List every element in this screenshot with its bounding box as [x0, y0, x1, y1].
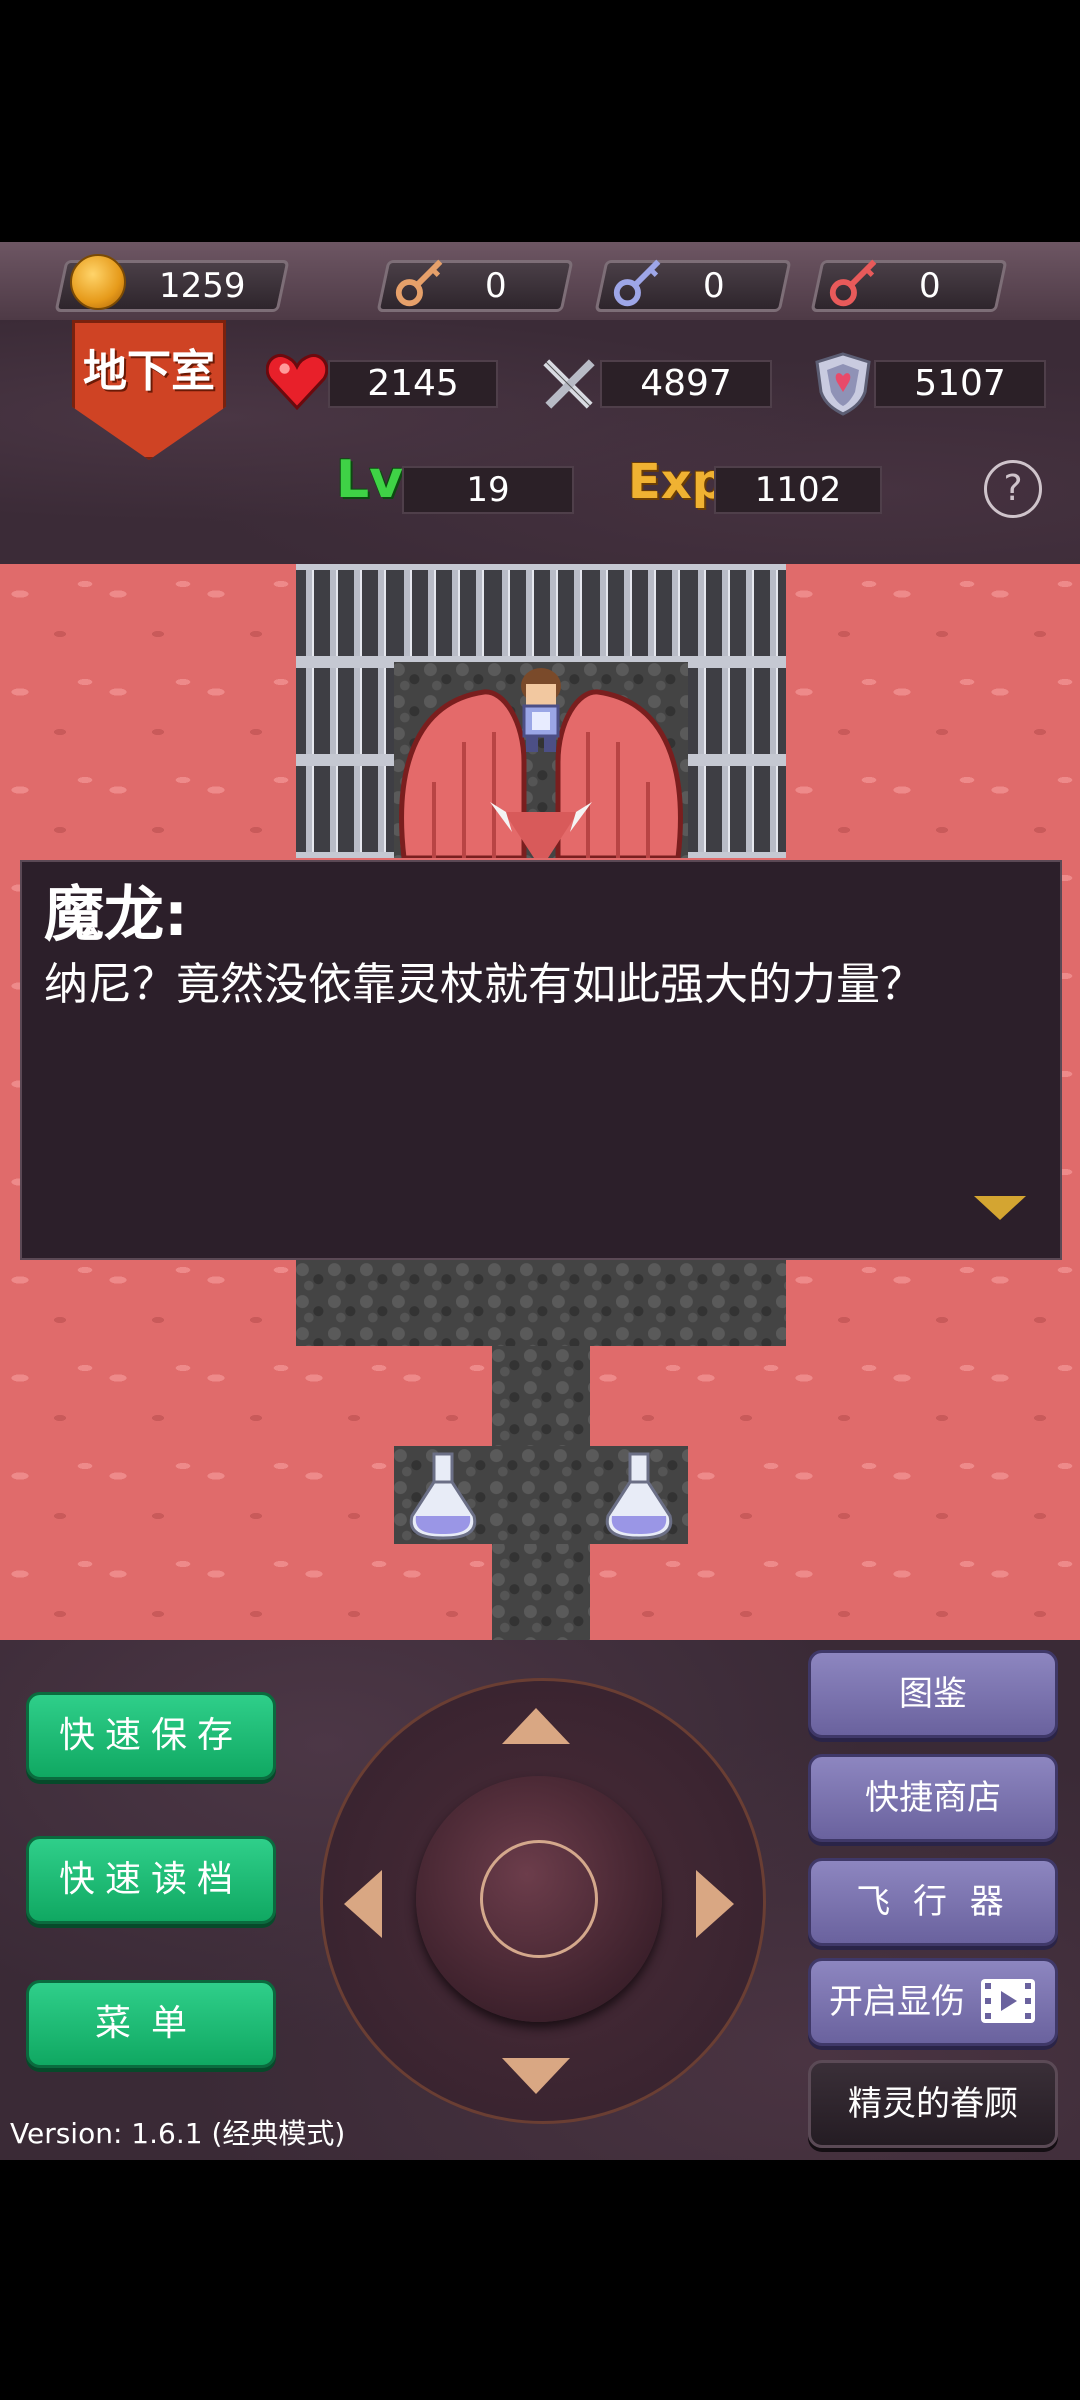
arrow-left-icon[interactable]	[344, 1870, 382, 1938]
iron-bars	[688, 564, 786, 662]
blue-key-value: 0	[703, 266, 725, 306]
arrow-down-icon[interactable]	[502, 2058, 570, 2094]
level-box: 19	[402, 466, 574, 514]
level-label: Lv	[336, 450, 404, 510]
hero-sprite	[521, 668, 561, 752]
iron-bars	[394, 564, 492, 662]
yellow-key-value: 0	[485, 266, 507, 306]
iron-bars	[688, 760, 786, 858]
level-value: 19	[466, 470, 510, 510]
attack-box: 4897	[600, 360, 772, 408]
quick-shop-button[interactable]: 快捷商店	[808, 1754, 1058, 1842]
continue-arrow-icon[interactable]	[974, 1196, 1026, 1220]
defense-value: 5107	[914, 363, 1006, 404]
version-text: Version: 1.6.1 (经典模式)	[10, 2117, 346, 2150]
video-ad-icon	[981, 1979, 1035, 2023]
resource-bar: 1259 0 0 0	[0, 242, 1080, 322]
blue-key-icon	[613, 259, 661, 307]
dpad-center-button[interactable]	[480, 1840, 598, 1958]
iron-bars	[296, 760, 394, 858]
stone-floor	[296, 1260, 786, 1346]
red-key-value: 0	[919, 266, 941, 306]
exp-value: 1102	[754, 470, 842, 510]
red-key-icon	[829, 259, 877, 307]
exp-box: 1102	[714, 466, 882, 514]
defense-box: 5107	[874, 360, 1046, 408]
quick-load-button[interactable]: 快速读档	[26, 1836, 276, 1924]
hp-value: 2145	[367, 363, 459, 404]
arrow-right-icon[interactable]	[696, 1870, 734, 1938]
blue-potion-icon[interactable]	[590, 1446, 688, 1544]
attack-value: 4897	[640, 363, 732, 404]
gold-value: 1259	[159, 266, 246, 306]
menu-button[interactable]: 菜单	[26, 1980, 276, 2068]
arrow-up-icon[interactable]	[502, 1708, 570, 1744]
shield-icon	[815, 352, 871, 416]
show-damage-label: 开启显伤	[829, 1982, 965, 2022]
exp-label: Exp	[628, 454, 727, 510]
hp-box: 2145	[328, 360, 498, 408]
crossed-swords-icon	[543, 359, 595, 409]
show-damage-button[interactable]: 开启显伤	[808, 1958, 1058, 2046]
gold-coin-icon	[70, 254, 126, 310]
iron-bars	[296, 564, 394, 662]
iron-bars	[296, 662, 394, 760]
fly-button[interactable]: 飞 行 器	[808, 1858, 1058, 1946]
dialog-speaker: 魔龙:	[44, 880, 188, 950]
help-button[interactable]: ?	[984, 460, 1042, 518]
iron-bars	[688, 662, 786, 760]
iron-bars	[590, 564, 688, 662]
heart-icon	[266, 353, 328, 410]
quick-save-button[interactable]: 快速保存	[26, 1692, 276, 1780]
yellow-key-icon	[395, 259, 443, 307]
dialog-message: 纳尼？竟然没依靠灵杖就有如此强大的力量？	[44, 959, 924, 1010]
spirit-favor-button[interactable]: 精灵的眷顾	[808, 2060, 1058, 2148]
monster-book-button[interactable]: 图鉴	[808, 1650, 1058, 1738]
iron-bars	[492, 564, 590, 662]
blue-potion-icon[interactable]	[394, 1446, 492, 1544]
floor-name: 地下室	[83, 346, 215, 397]
